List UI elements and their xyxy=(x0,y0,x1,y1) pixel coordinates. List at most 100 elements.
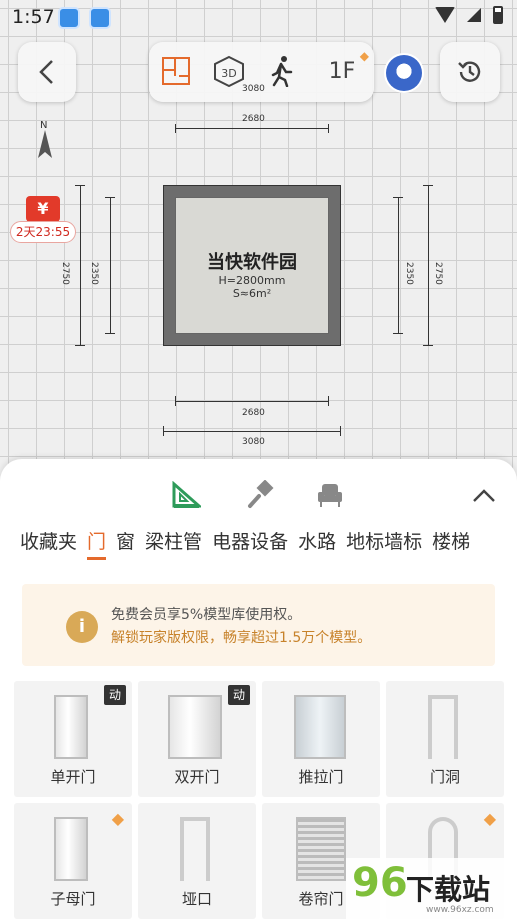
dim-line xyxy=(75,185,85,186)
dim-bottom-outer: 3080 xyxy=(242,437,265,447)
watermark: 96 下载站 www.96xz.com xyxy=(346,858,517,919)
model-library-panel: 收藏夹 门 窗 梁柱管 电器设备 水路 地标墙标 楼梯 i 免费会员享5%模型库… xyxy=(0,459,517,919)
model-item[interactable]: 动 双开门 xyxy=(138,681,256,797)
status-icons xyxy=(435,6,503,24)
dim-line xyxy=(393,333,403,334)
tab-windows[interactable]: 窗 xyxy=(116,527,135,560)
chevron-up-icon xyxy=(473,489,495,502)
dim-left-outer: 2750 xyxy=(60,262,70,285)
dim-line xyxy=(423,185,433,186)
dim-line xyxy=(340,426,341,436)
arch-opening-icon xyxy=(180,817,210,881)
promo-countdown: 2天23:55 xyxy=(10,221,76,243)
model-item[interactable]: 推拉门 xyxy=(262,681,380,797)
walking-person-icon xyxy=(271,56,293,87)
dim-line xyxy=(328,124,329,133)
dim-line xyxy=(163,426,164,436)
battery-icon xyxy=(493,6,503,24)
model-label: 门洞 xyxy=(429,768,460,786)
app-notification-icon xyxy=(89,7,111,29)
dim-line xyxy=(423,345,433,346)
cube-3d-icon: 3D xyxy=(214,55,244,87)
dim-line xyxy=(328,396,329,406)
paint-tool-button[interactable] xyxy=(244,479,276,511)
dim-left-inner: 2350 xyxy=(89,262,99,285)
double-door-icon xyxy=(168,695,222,759)
dim-bottom-inner: 2680 xyxy=(242,408,265,418)
dim-line xyxy=(105,197,115,198)
dim-top-outer: 3080 xyxy=(242,84,265,94)
tab-floor-wall-marks[interactable]: 地标墙标 xyxy=(346,527,422,560)
info-icon: i xyxy=(66,611,98,643)
membership-notice[interactable]: i 免费会员享5%模型库使用权。 解锁玩家版权限，畅享超过1.5万个模型。 xyxy=(22,584,495,666)
tab-plumbing[interactable]: 水路 xyxy=(298,527,336,560)
robot-avatar[interactable] xyxy=(386,55,422,91)
model-label: 子母门 xyxy=(50,890,96,908)
collapse-panel-button[interactable] xyxy=(469,481,499,511)
model-label: 垭口 xyxy=(181,890,212,908)
dim-line xyxy=(175,401,329,402)
dim-line xyxy=(75,345,85,346)
draw-tool-button[interactable] xyxy=(170,479,202,511)
dim-line xyxy=(163,431,341,432)
floor-plan-icon xyxy=(162,57,190,85)
tab-stairs[interactable]: 楼梯 xyxy=(432,527,470,560)
tab-doors[interactable]: 门 xyxy=(87,527,107,560)
model-label: 单开门 xyxy=(50,768,96,786)
tab-beams-columns-pipes[interactable]: 梁柱管 xyxy=(145,527,202,560)
room-height: H=2800mm xyxy=(218,274,286,287)
watermark-name: 下载站 xyxy=(406,873,491,906)
watermark-logo: 96 xyxy=(352,860,408,906)
model-item[interactable]: 门洞 xyxy=(386,681,504,797)
compass-arrow-icon xyxy=(38,130,52,158)
dim-line xyxy=(428,185,429,346)
dim-line xyxy=(110,197,111,334)
app-notification-icon xyxy=(58,7,80,29)
tab-favorites[interactable]: 收藏夹 xyxy=(20,527,77,560)
dim-right-outer: 2750 xyxy=(433,262,443,285)
dim-line xyxy=(175,124,176,133)
premium-gem-icon: ◆ xyxy=(111,809,124,828)
status-time: 1:57 xyxy=(12,6,55,28)
sliding-door-icon xyxy=(294,695,346,759)
plan-2d-button[interactable] xyxy=(159,54,193,88)
room-floor[interactable]: 当快软件园 H=2800mm S≈6m² xyxy=(175,197,329,334)
tab-appliances[interactable]: 电器设备 xyxy=(212,527,288,560)
set-square-icon xyxy=(172,481,201,508)
animated-badge: 动 xyxy=(104,685,126,705)
rolling-shutter-icon xyxy=(296,817,346,881)
promo-badge[interactable]: ¥ 2天23:55 xyxy=(10,196,76,246)
promo-price-tag: ¥ xyxy=(26,196,60,222)
chevron-left-icon xyxy=(39,60,53,84)
history-button[interactable] xyxy=(440,42,500,102)
model-label: 双开门 xyxy=(174,768,220,786)
wifi-icon xyxy=(435,7,455,23)
gem-icon: ◆ xyxy=(359,49,369,63)
category-tabs: 收藏夹 门 窗 梁柱管 电器设备 水路 地标墙标 楼梯 xyxy=(20,527,517,560)
dim-line xyxy=(398,197,399,334)
walk-mode-button[interactable] xyxy=(265,54,299,88)
signal-icon xyxy=(467,8,481,22)
dim-line xyxy=(80,185,81,346)
animated-badge: 动 xyxy=(228,685,250,705)
floor-selector-button[interactable]: 1F ◆ xyxy=(325,49,369,88)
model-item[interactable]: 垭口 xyxy=(138,803,256,919)
room-name: 当快软件园 xyxy=(207,252,297,273)
history-icon xyxy=(458,61,481,82)
floor-label: 1F xyxy=(328,58,356,84)
armchair-icon xyxy=(318,484,342,507)
dim-right-inner: 2350 xyxy=(404,262,414,285)
doorway-icon xyxy=(428,695,458,759)
model-item[interactable]: ◆ 子母门 xyxy=(14,803,132,919)
paintbrush-icon xyxy=(248,480,274,508)
model-item[interactable]: 动 单开门 xyxy=(14,681,132,797)
notice-line-2: 解锁玩家版权限，畅享超过1.5万个模型。 xyxy=(111,630,372,646)
furniture-tool-button[interactable] xyxy=(314,479,346,511)
single-door-icon xyxy=(54,695,88,759)
model-label: 推拉门 xyxy=(298,768,344,786)
view-3d-button[interactable]: 3D xyxy=(212,54,246,88)
dim-line xyxy=(105,333,115,334)
back-button[interactable] xyxy=(18,42,76,102)
dim-line xyxy=(175,128,329,129)
notice-line-1: 免费会员享5%模型库使用权。 xyxy=(111,607,302,623)
